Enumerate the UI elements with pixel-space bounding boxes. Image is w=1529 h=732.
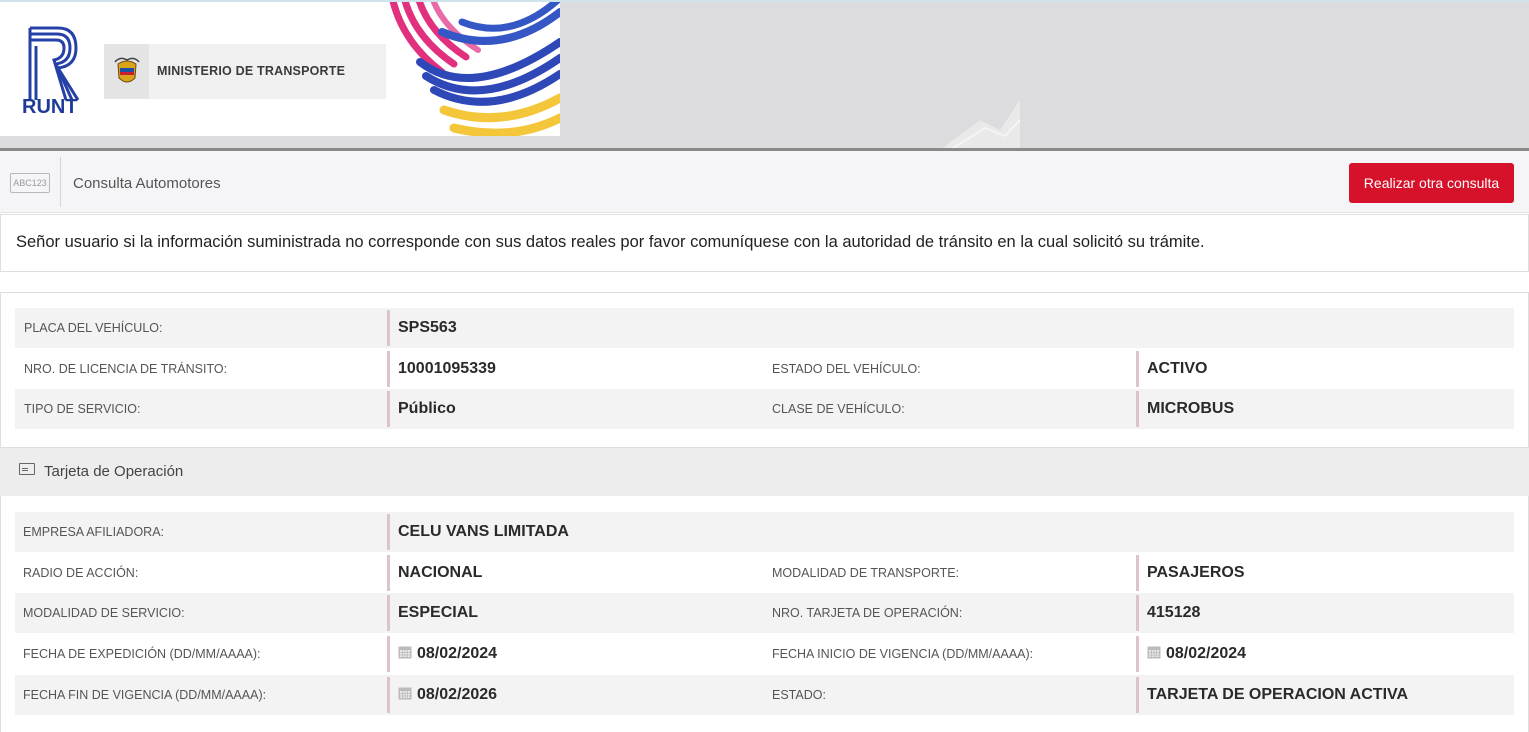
mod-transporte-label: MODALIDAD DE TRANSPORTE: [772,566,960,580]
radio-value: NACIONAL [398,564,483,581]
mod-servicio-label: MODALIDAD DE SERVICIO: [23,606,185,620]
clase-label: CLASE DE VEHÍCULO: [772,402,905,416]
licencia-label: NRO. DE LICENCIA DE TRÁNSITO: [24,362,228,376]
value-divider [387,677,390,713]
new-query-button[interactable]: Realizar otra consulta [1349,163,1514,203]
tarjeta-row-radio: RADIO DE ACCIÓN: NACIONAL MODALIDAD DE T… [15,553,1514,593]
fecha-inicio-field: 08/02/2024 [1147,645,1246,663]
toolbar [0,151,1529,213]
fecha-inicio-value: 08/02/2024 [1166,645,1247,662]
id-card-icon [19,463,35,475]
tarjeta-row-empresa: EMPRESA AFILIADORA: CELU VANS LIMITADA [15,512,1514,552]
clase-value: MICROBUS [1147,400,1235,417]
value-divider [387,514,390,550]
fecha-fin-label: FECHA FIN DE VIGENCIA (DD/MM/AAAA): [23,688,267,702]
fecha-inicio-label: FECHA INICIO DE VIGENCIA (DD/MM/AAAA): [772,647,1034,661]
value-divider [1136,636,1139,672]
mod-transporte-value: PASAJEROS [1147,564,1245,581]
tarjeta-section-title[interactable]: Tarjeta de Operación [44,463,183,480]
value-divider [387,636,390,672]
value-divider [387,391,390,427]
vehicle-row-licencia: NRO. DE LICENCIA DE TRÁNSITO: 1000109533… [15,349,1514,389]
toolbar-separator [60,157,61,207]
estado-vehiculo-label: ESTADO DEL VEHÍCULO: [772,362,921,376]
nro-tarjeta-value: 415128 [1147,604,1201,621]
calendar-icon [398,687,412,700]
ministry-label: MINISTERIO DE TRANSPORTE [157,64,346,78]
placa-label: PLACA DEL VEHÍCULO: [24,321,163,335]
fecha-exp-value: 08/02/2024 [417,645,498,662]
value-divider [1136,391,1139,427]
vehicle-row-placa: PLACA DEL VEHÍCULO: SPS563 [15,308,1514,348]
empresa-value: CELU VANS LIMITADA [398,523,569,540]
value-divider [387,595,390,631]
servicio-value: Público [398,400,456,417]
vehicle-row-servicio: TIPO DE SERVICIO: Público CLASE DE VEHÍC… [15,389,1514,429]
decorative-mountain [940,100,1020,150]
colombia-crest-icon [104,44,149,99]
runt-logo-text: RUNT [22,96,78,118]
servicio-label: TIPO DE SERVICIO: [24,402,141,416]
tarjeta-row-servicio: MODALIDAD DE SERVICIO: ESPECIAL NRO. TAR… [15,593,1514,633]
value-divider [1136,555,1139,591]
value-divider [387,351,390,387]
abc123-icon: ABC123 [10,173,50,193]
header-logos: RUNT MINISTERIO DE TRANSPORTE [0,2,560,136]
calendar-icon [1147,646,1161,659]
page-title: Consulta Automotores [73,175,221,192]
estado-vehiculo-value: ACTIVO [1147,360,1208,377]
fecha-exp-label: FECHA DE EXPEDICIÓN (DD/MM/AAAA): [23,647,261,661]
placa-value: SPS563 [398,319,457,336]
calendar-icon [398,646,412,659]
notice-text: Señor usuario si la información suminist… [16,233,1205,251]
value-divider [1136,677,1139,713]
nro-tarjeta-label: NRO. TARJETA DE OPERACIÓN: [772,606,963,620]
radio-label: RADIO DE ACCIÓN: [23,566,139,580]
value-divider [1136,595,1139,631]
decorative-waves [389,2,560,136]
value-divider [387,310,390,346]
fecha-fin-field: 08/02/2026 [398,686,497,704]
tarjeta-section-header[interactable] [0,448,1529,496]
value-divider [387,555,390,591]
estado-tarjeta-value: TARJETA DE OPERACION ACTIVA [1147,686,1409,703]
tarjeta-row-estado: FECHA FIN DE VIGENCIA (DD/MM/AAAA): 08/0… [15,675,1514,715]
tarjeta-row-fechas: FECHA DE EXPEDICIÓN (DD/MM/AAAA): 08/02/… [15,634,1514,674]
licencia-value: 10001095339 [398,360,496,377]
estado-tarjeta-label: ESTADO: [772,688,826,702]
ministry-badge: MINISTERIO DE TRANSPORTE [104,44,386,99]
value-divider [1136,351,1139,387]
fecha-exp-field: 08/02/2024 [398,645,497,663]
empresa-label: EMPRESA AFILIADORA: [23,525,165,539]
mod-servicio-value: ESPECIAL [398,604,479,621]
fecha-fin-value: 08/02/2026 [417,686,498,703]
